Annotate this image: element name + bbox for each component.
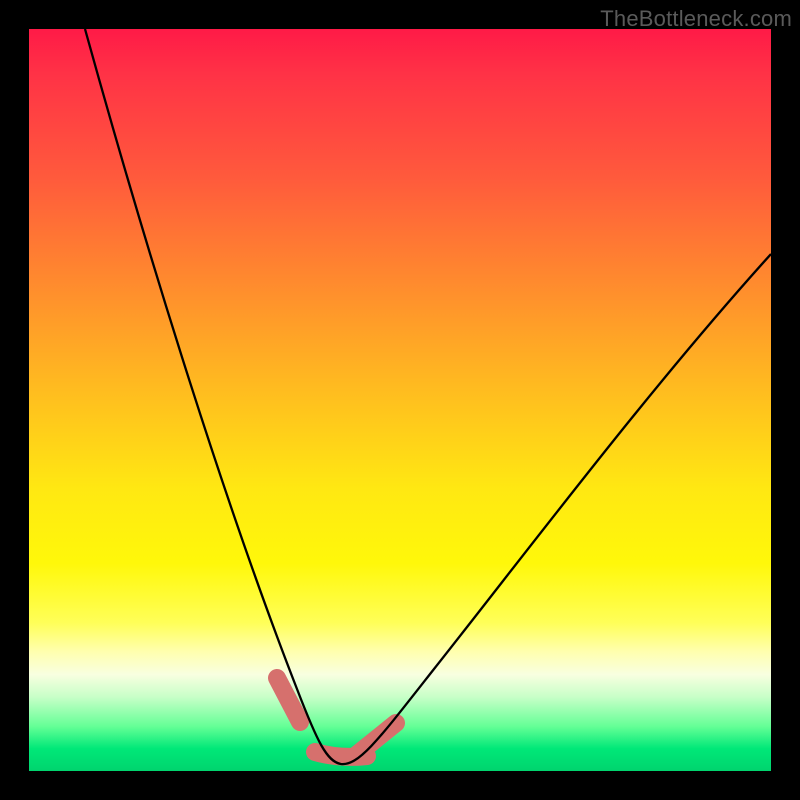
watermark-text: TheBottleneck.com (600, 6, 792, 32)
gradient-plot-area (29, 29, 771, 771)
figure-frame: TheBottleneck.com (0, 0, 800, 800)
